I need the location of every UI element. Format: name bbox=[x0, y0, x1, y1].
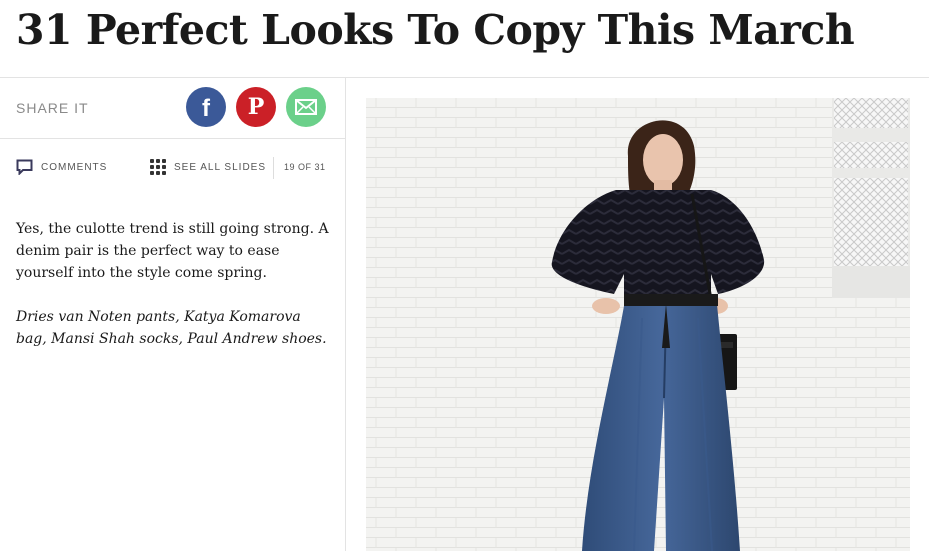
article-title: 31 Perfect Looks To Copy This March bbox=[16, 6, 855, 54]
slide-photo bbox=[366, 98, 910, 551]
see-all-slides-label: SEE ALL SLIDES bbox=[174, 161, 267, 173]
slide-counter: 19 OF 31 bbox=[284, 162, 326, 172]
toolbar-divider bbox=[273, 157, 274, 179]
facebook-share-button[interactable]: f bbox=[186, 87, 226, 127]
mail-icon bbox=[295, 99, 317, 115]
share-label: SHARE IT bbox=[16, 100, 89, 116]
slide-toolbar: COMMENTS SEE ALL SLIDES 19 OF 31 bbox=[0, 139, 345, 197]
pinterest-icon: P bbox=[247, 94, 265, 120]
facebook-icon: f bbox=[202, 94, 210, 122]
outfit-photo-illustration bbox=[366, 98, 910, 551]
email-share-button[interactable] bbox=[286, 87, 326, 127]
comment-icon bbox=[16, 159, 33, 175]
column-divider bbox=[345, 78, 346, 551]
pinterest-share-button[interactable]: P bbox=[236, 87, 276, 127]
comments-button[interactable]: COMMENTS bbox=[16, 159, 107, 175]
slide-credits: Dries van Noten pants, Katya Komarova ba… bbox=[16, 309, 327, 347]
share-bar: SHARE IT f P bbox=[0, 78, 345, 139]
grid-icon bbox=[150, 159, 166, 175]
slide-caption: Yes, the culotte trend is still going st… bbox=[16, 221, 329, 281]
comments-label: COMMENTS bbox=[41, 161, 108, 173]
see-all-slides-button[interactable]: SEE ALL SLIDES bbox=[150, 159, 266, 175]
